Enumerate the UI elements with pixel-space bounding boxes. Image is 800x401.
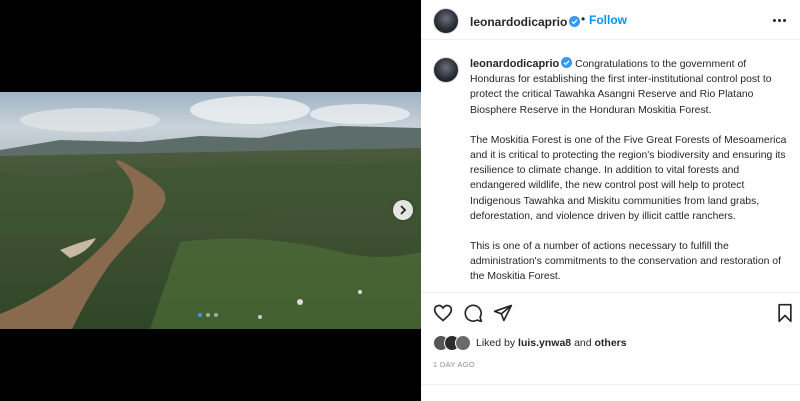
verified-badge-icon (561, 57, 573, 68)
post-date[interactable]: 1 DAY AGO (433, 360, 475, 369)
caption-avatar[interactable] (433, 57, 459, 83)
carousel-dot (198, 313, 202, 317)
carousel-indicator (198, 313, 218, 317)
liker-avatar[interactable] (455, 335, 471, 351)
post-caption: leonardodicaprio Congratulations to the … (470, 57, 792, 300)
likes-and: and (574, 337, 592, 349)
bookmark-icon[interactable] (775, 303, 795, 323)
carousel-dot (214, 313, 218, 317)
action-bar (421, 292, 800, 332)
header-username[interactable]: leonardodicaprio (470, 15, 567, 29)
follow-button[interactable]: Follow (589, 13, 627, 27)
heart-icon[interactable] (433, 303, 453, 323)
caption-paragraph-3: This is one of a number of actions neces… (470, 241, 781, 283)
share-icon[interactable] (493, 303, 513, 323)
post-header: leonardodicaprio • Follow (421, 0, 800, 40)
comment-icon[interactable] (463, 303, 483, 323)
likes-prefix: Liked by (476, 337, 516, 349)
caption-username[interactable]: leonardodicaprio (470, 58, 559, 70)
post-media (0, 0, 421, 401)
header-username-wrap: leonardodicaprio (470, 13, 581, 31)
caption-paragraph-1: leonardodicaprio Congratulations to the … (470, 57, 792, 118)
chevron-right-icon (400, 205, 407, 215)
post-photo (0, 92, 421, 329)
more-options-icon[interactable] (773, 12, 793, 28)
comment-bar (421, 384, 800, 401)
avatar[interactable] (433, 8, 459, 34)
carousel-next-button[interactable] (393, 200, 413, 220)
caption-paragraph-2: The Moskitia Forest is one of the Five G… (470, 134, 787, 222)
header-separator: • (581, 12, 586, 26)
likes-others-link[interactable]: others (595, 337, 627, 349)
carousel-dot (206, 313, 210, 317)
likes-row: Liked by luis.ynwa8 and others (433, 334, 627, 352)
verified-badge-icon (569, 16, 581, 27)
post-panel: leonardodicaprio • Follow leonardodicapr… (421, 0, 800, 401)
liker-username[interactable]: luis.ynwa8 (518, 337, 571, 349)
likes-text: Liked by luis.ynwa8 and others (476, 337, 627, 349)
